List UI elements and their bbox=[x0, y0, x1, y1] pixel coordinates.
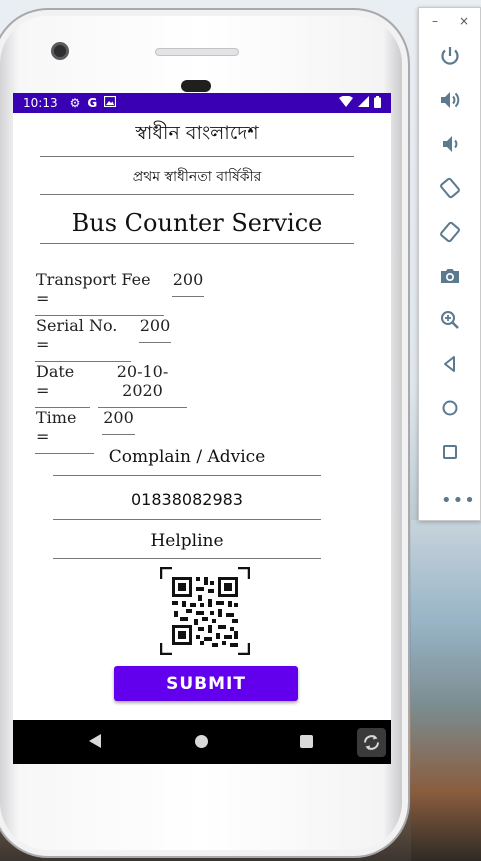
helpline-label: Helpline bbox=[53, 531, 321, 559]
recents-icon[interactable] bbox=[300, 735, 313, 748]
app-content: স্বাধীন বাংলাদেশ প্রথম স্বাধীনতা বার্ষিক… bbox=[13, 113, 391, 720]
page-title: Bus Counter Service bbox=[40, 209, 354, 244]
status-bar: 10:13 ⚙ G bbox=[13, 93, 391, 113]
rotate-left-icon[interactable] bbox=[438, 176, 462, 200]
earpiece-speaker bbox=[155, 48, 239, 56]
camera-icon[interactable] bbox=[438, 264, 462, 288]
home-icon[interactable] bbox=[438, 396, 462, 420]
back-icon[interactable] bbox=[438, 352, 462, 376]
gear-icon: ⚙ bbox=[69, 96, 81, 110]
submit-button[interactable]: SUBMIT bbox=[114, 666, 298, 701]
photo-icon bbox=[104, 95, 117, 110]
close-button[interactable]: × bbox=[459, 14, 469, 28]
date-label: Date = bbox=[35, 362, 90, 408]
serial-no-label: Serial No. = bbox=[35, 316, 131, 362]
time-field[interactable]: 200 bbox=[102, 408, 135, 435]
front-camera bbox=[51, 42, 69, 60]
wifi-icon bbox=[339, 95, 353, 110]
overview-icon[interactable] bbox=[438, 440, 462, 464]
complain-advice-field[interactable]: Complain / Advice bbox=[53, 447, 321, 476]
power-icon[interactable] bbox=[438, 44, 462, 68]
date-field[interactable]: 20-10-2020 bbox=[98, 362, 187, 408]
battery-icon bbox=[374, 95, 381, 111]
google-icon: G bbox=[87, 96, 98, 110]
home-icon[interactable] bbox=[195, 735, 208, 748]
helpline-number[interactable]: 01838082983 bbox=[53, 490, 321, 520]
proximity-sensor bbox=[181, 80, 211, 92]
title-bengali: স্বাধীন বাংলাদেশ bbox=[40, 119, 354, 157]
serial-no-field[interactable]: 200 bbox=[139, 316, 171, 343]
signal-icon bbox=[358, 96, 369, 110]
rotate-icon[interactable] bbox=[357, 728, 386, 757]
status-time: 10:13 bbox=[23, 96, 58, 110]
more-icon[interactable]: ••• bbox=[441, 490, 476, 511]
phone-screen: 10:13 ⚙ G স্বাধীন বাংলাদেশ প্রথম স্বাধীন… bbox=[13, 93, 391, 764]
zoom-icon[interactable] bbox=[438, 308, 462, 332]
transport-fee-field[interactable]: 200 bbox=[172, 270, 204, 297]
desktop-background bbox=[411, 520, 481, 861]
subtitle-bengali: প্রথম স্বাধীনতা বার্ষিকীর bbox=[40, 165, 354, 195]
transport-fee-label: Transport Fee = bbox=[35, 270, 164, 316]
back-icon[interactable] bbox=[89, 734, 101, 748]
emulator-toolbar: – × ••• bbox=[418, 7, 481, 521]
volume-up-icon[interactable] bbox=[438, 88, 462, 112]
volume-down-icon[interactable] bbox=[438, 132, 462, 156]
minimize-button[interactable]: – bbox=[432, 14, 438, 28]
navigation-bar bbox=[13, 720, 391, 764]
qr-code bbox=[159, 566, 251, 656]
rotate-right-icon[interactable] bbox=[438, 220, 462, 244]
